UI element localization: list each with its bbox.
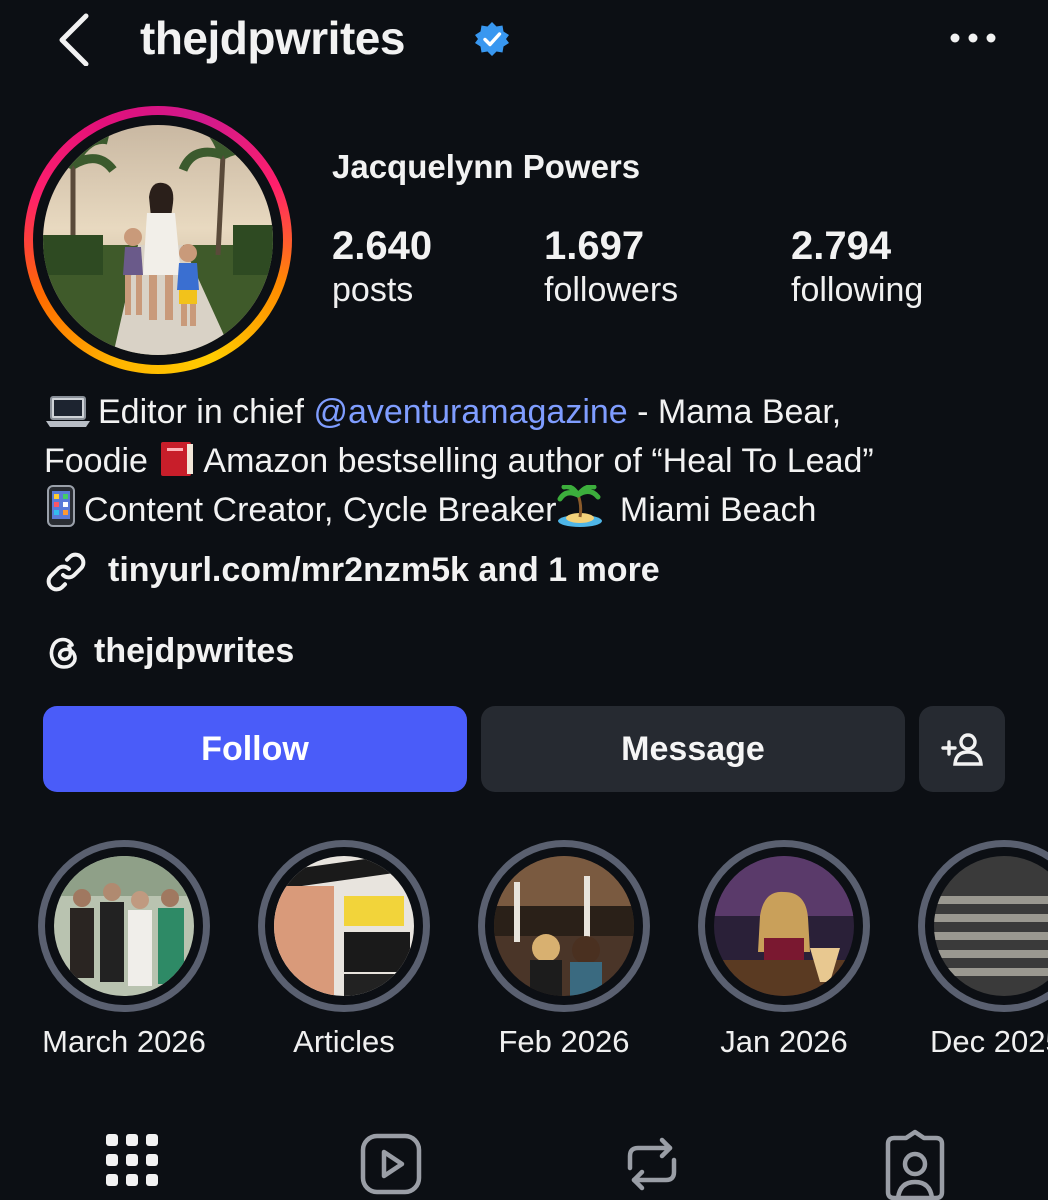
bio-text-mama-bear: - Mama Bear, (627, 393, 842, 431)
followers-count-value: 1.697 (544, 224, 645, 268)
bio-text-author: Amazon bestselling author of “Heal To Le… (203, 441, 874, 480)
bio-line-2: Foodie Amazon bestselling author of “Hea… (44, 437, 1024, 486)
highlight-cover (714, 856, 854, 996)
tab-reposts[interactable] (622, 1128, 686, 1200)
posts-count[interactable]: 2.640 posts (332, 222, 432, 310)
link-icon (46, 552, 86, 592)
more-horizontal-icon (950, 33, 996, 43)
profile-display-name: Jacquelynn Powers (332, 148, 641, 185)
laptop-emoji-icon (46, 396, 90, 427)
grid-icon (106, 1134, 158, 1186)
verified-badge-icon (475, 22, 509, 56)
chevron-left-icon (59, 13, 89, 67)
highlight-label: Dec 2025 (930, 1024, 1048, 1059)
profile-avatar-story-ring[interactable] (24, 106, 292, 374)
more-options-button[interactable] (945, 22, 1005, 54)
followers-count-label: followers (544, 271, 679, 309)
bio-text-location: Miami Beach (610, 491, 817, 529)
highlight-label: Articles (293, 1024, 395, 1059)
bio-mention-link[interactable]: @aventuramagazine (313, 393, 627, 431)
suggested-accounts-button[interactable] (919, 706, 1005, 792)
followers-count[interactable]: 1.697 followers (544, 222, 678, 310)
mobile-phone-emoji-icon (47, 485, 75, 527)
red-book-emoji-icon (161, 441, 194, 476)
bio-text-content-creator: Content Creator, Cycle Breaker (84, 491, 557, 529)
add-person-icon (941, 733, 983, 766)
highlight-cover (274, 856, 414, 996)
posts-count-label: posts (332, 271, 414, 309)
posts-count-value: 2.640 (332, 224, 433, 268)
threads-handle: thejdpwrites (94, 632, 295, 670)
profile-avatar (43, 125, 273, 355)
reposts-icon (627, 1137, 677, 1191)
profile-username: thejdpwrites (140, 12, 405, 64)
tab-reels[interactable] (360, 1128, 424, 1200)
tab-posts-grid[interactable] (106, 1128, 170, 1200)
threads-icon (49, 637, 77, 669)
reels-icon (360, 1133, 422, 1195)
following-count-value: 2.794 (791, 224, 892, 268)
following-count-label: following (791, 271, 924, 309)
profile-link-text[interactable]: tinyurl.com/mr2nzm5k and 1 more (108, 546, 660, 594)
highlight-label: Feb 2026 (498, 1024, 630, 1059)
profile-bio: Editor in chief @aventuramagazine - Mama… (44, 388, 1024, 535)
highlight-label: Jan 2026 (720, 1024, 848, 1059)
bio-line-3: Content Creator, Cycle Breaker Miami Bea… (44, 485, 1024, 535)
back-button[interactable] (52, 10, 100, 67)
tab-tagged[interactable] (884, 1128, 948, 1200)
highlight-cover (494, 856, 634, 996)
bio-text-foodie: Foodie (44, 441, 158, 480)
desert-island-emoji-icon (557, 485, 603, 527)
message-button[interactable]: Message (481, 706, 905, 792)
tagged-icon (885, 1129, 945, 1200)
follow-button[interactable]: Follow (43, 706, 467, 792)
following-count[interactable]: 2.794 following (791, 222, 923, 310)
bio-text-editor: Editor in chief (98, 393, 314, 431)
bio-line-1: Editor in chief @aventuramagazine - Mama… (44, 388, 1024, 437)
highlight-cover (54, 856, 194, 996)
highlight-label: March 2026 (42, 1024, 206, 1059)
